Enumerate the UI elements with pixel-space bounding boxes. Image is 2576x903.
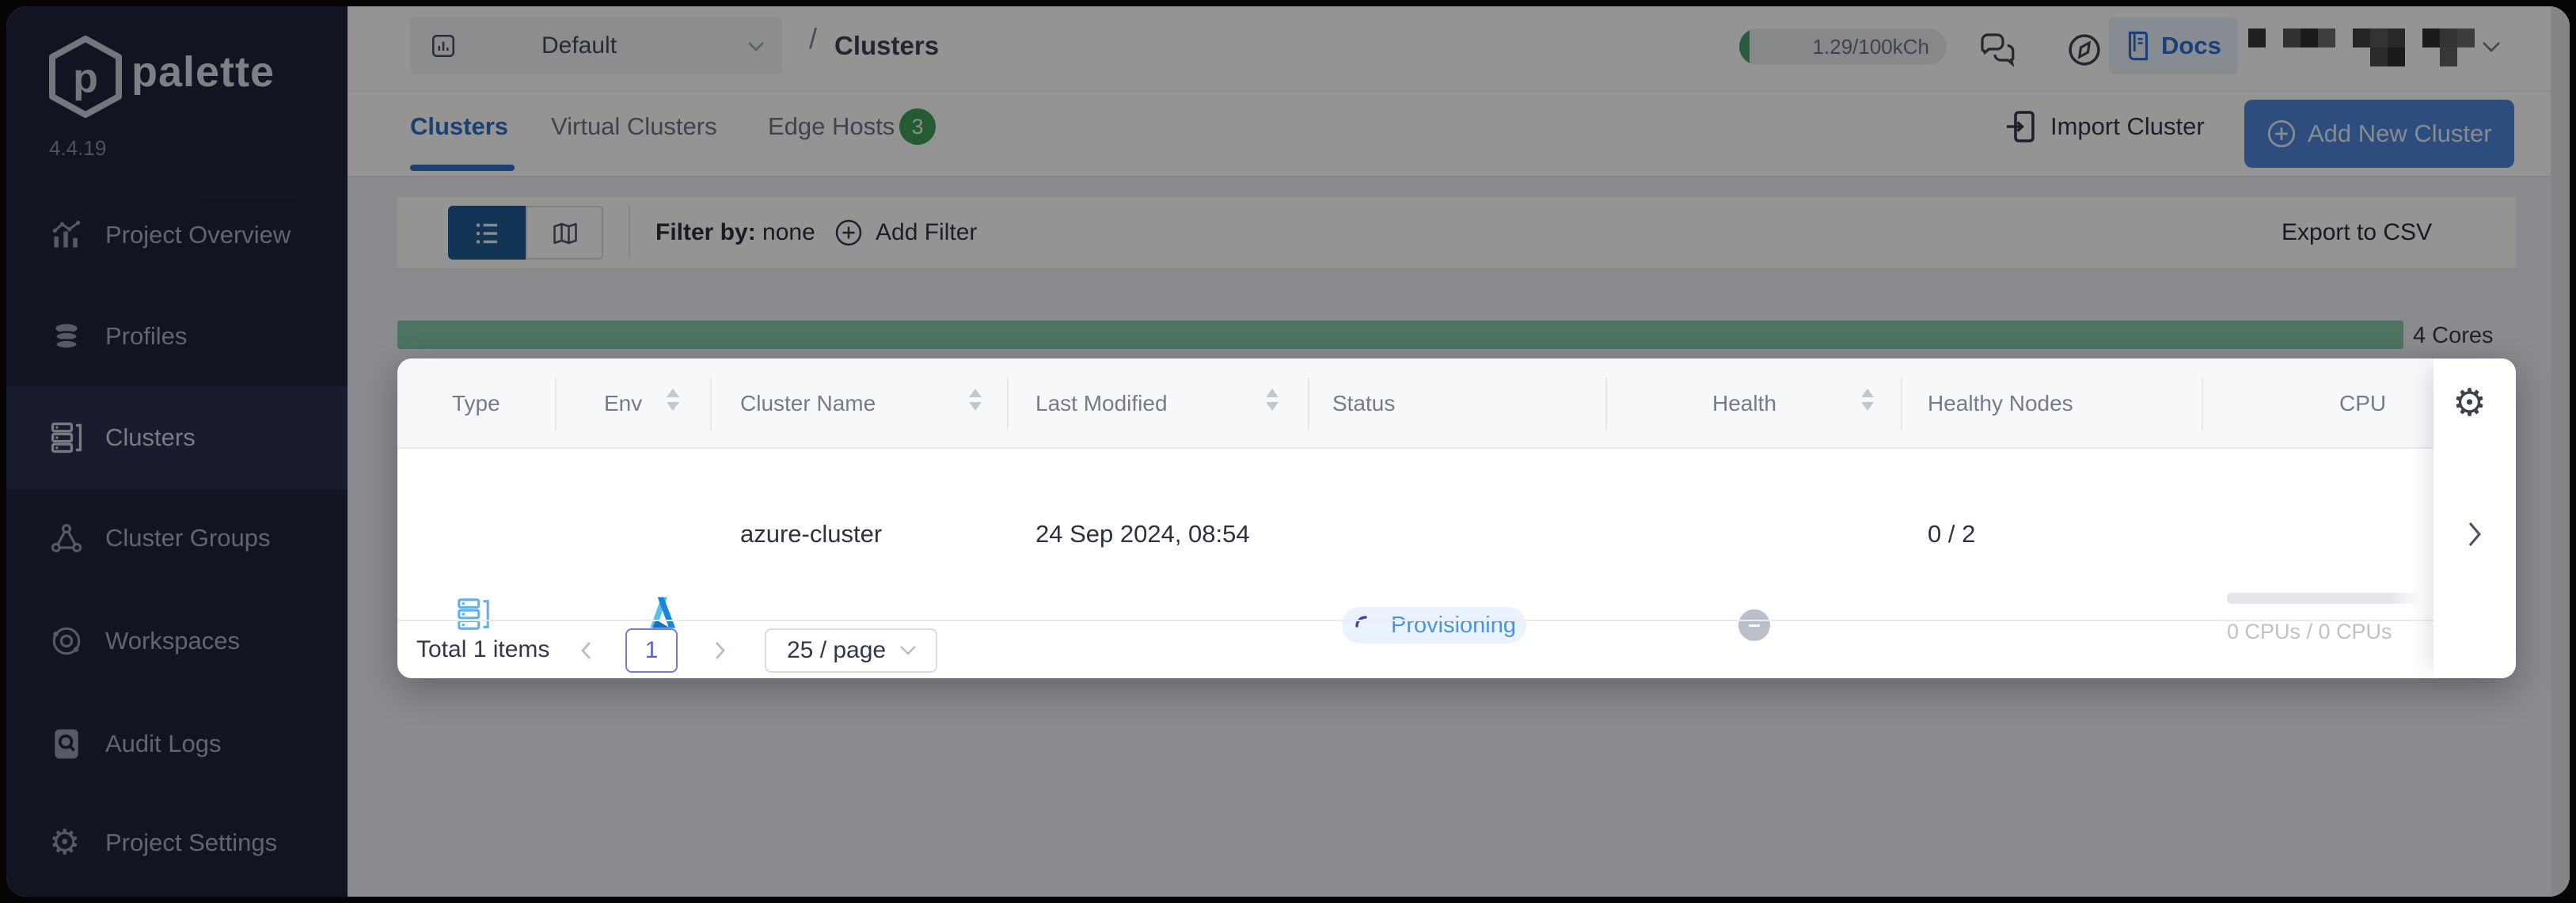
cluster-name-cell[interactable]: azure-cluster (740, 449, 882, 620)
row-expand-chevron-icon[interactable] (2465, 518, 2484, 550)
column-header-health[interactable]: Health (1712, 359, 1776, 449)
sort-icon[interactable] (1266, 389, 1277, 419)
clusters-table-card: Type Env Cluster Name Last Modified Stat… (397, 359, 2516, 678)
sort-icon[interactable] (667, 389, 678, 419)
column-header-last-modified[interactable]: Last Modified (1035, 359, 1168, 449)
pagination-bar: Total 1 items 1 25 / page (397, 620, 2516, 678)
healthy-nodes-cell: 0 / 2 (1928, 449, 1975, 620)
sort-icon[interactable] (969, 389, 980, 419)
current-page-button[interactable]: 1 (625, 628, 678, 673)
column-header-status: Status (1332, 359, 1395, 449)
column-divider (710, 378, 712, 430)
previous-page-icon[interactable] (576, 639, 597, 662)
column-divider (1308, 378, 1309, 430)
sort-icon[interactable] (1861, 389, 1872, 419)
column-header-env[interactable]: Env (604, 359, 642, 449)
page-size-select[interactable]: 25 / page (765, 628, 937, 673)
column-header-cluster-name[interactable]: Cluster Name (740, 359, 876, 449)
column-divider (2202, 378, 2203, 430)
table-settings-gear-icon[interactable]: ⚙ (2453, 381, 2487, 425)
column-divider (1901, 378, 1902, 430)
column-header-type: Type (452, 359, 500, 449)
column-divider (555, 378, 557, 430)
pagination-total: Total 1 items (416, 621, 549, 678)
app-window: p palette 4.4.19 Project Overview Profil… (6, 6, 2570, 897)
column-header-cpu: CPU (2339, 359, 2386, 449)
column-divider (1605, 378, 1607, 430)
table-actions-column: ⚙ (2434, 359, 2516, 678)
table-header (397, 359, 2516, 449)
next-page-icon[interactable] (709, 639, 730, 662)
last-modified-cell: 24 Sep 2024, 08:54 (1035, 449, 1250, 620)
column-divider (1007, 378, 1009, 430)
chevron-down-icon (898, 643, 918, 658)
page-size-value: 25 / page (787, 630, 886, 671)
cpu-usage-bar (2227, 593, 2422, 604)
column-header-healthy-nodes: Healthy Nodes (1928, 359, 2073, 449)
